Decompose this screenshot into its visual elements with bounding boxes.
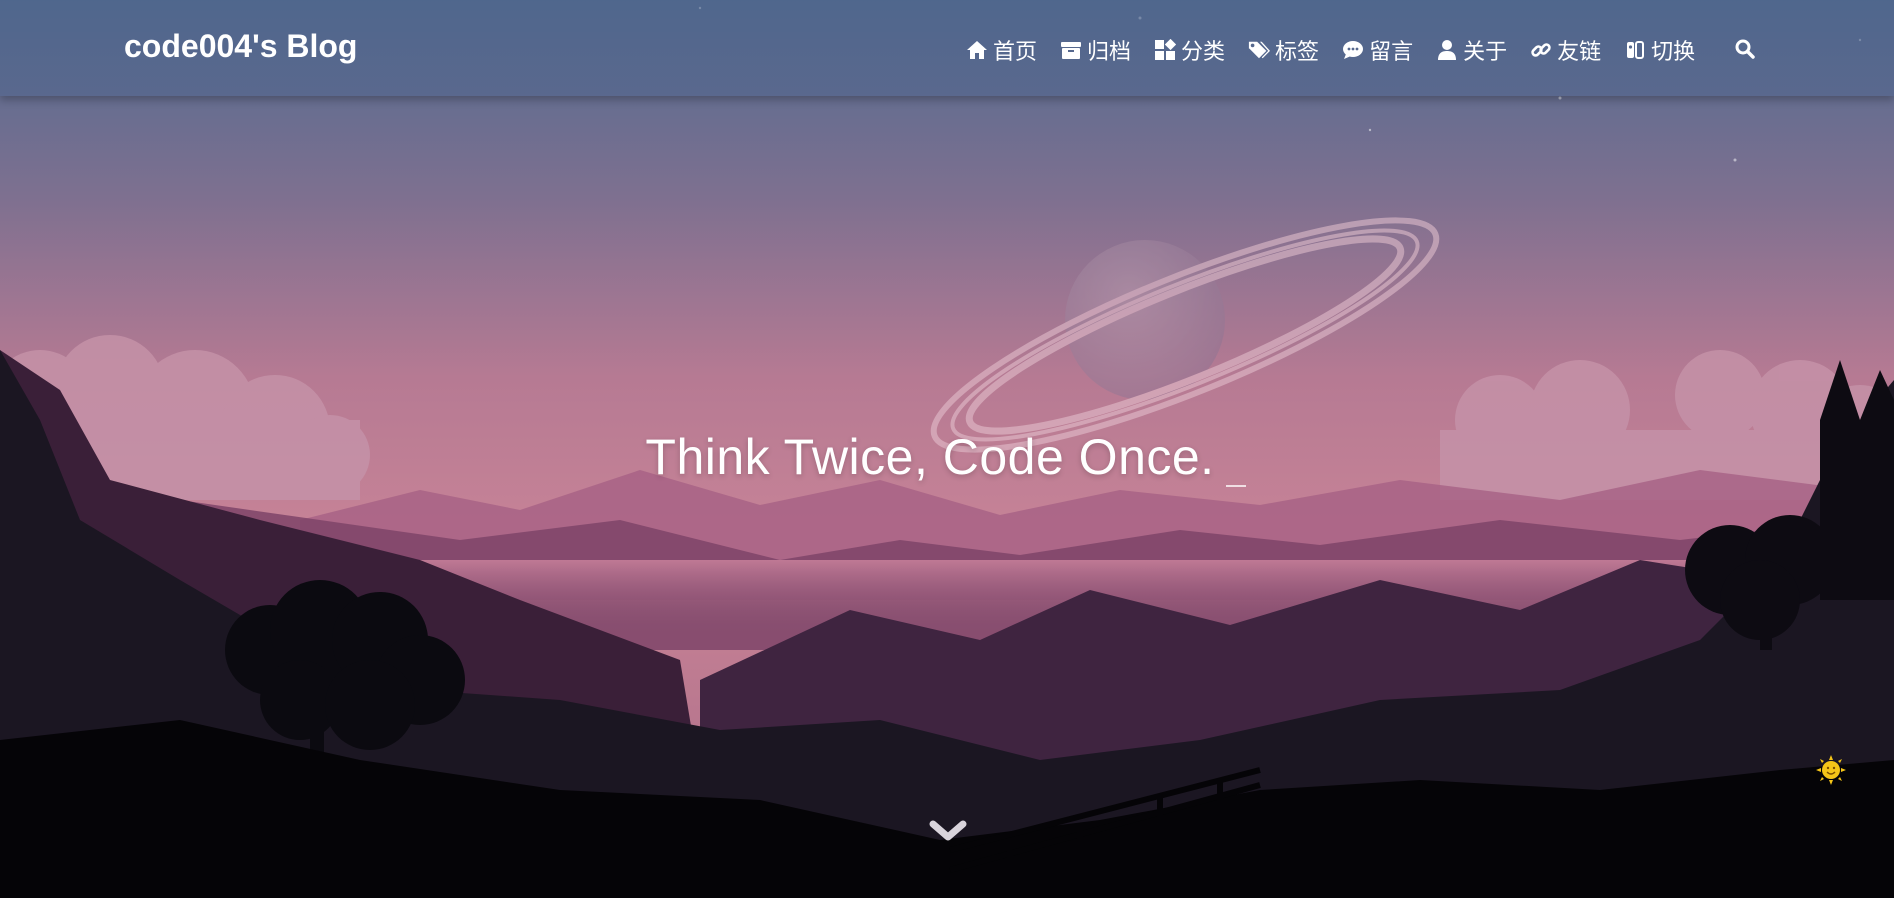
link-icon (1530, 39, 1552, 61)
chevron-down-icon (929, 820, 967, 841)
navbar: code004's Blog 首页 归档 分类 标签 留言 关于 友链 切换 (0, 0, 1894, 96)
nav-item-label: 关于 (1463, 39, 1508, 64)
nav-item-friend-links[interactable]: 友链 (1530, 34, 1601, 66)
sun-icon (1816, 755, 1846, 785)
hero-slogan: Think Twice, Code Once. (645, 429, 1215, 485)
nav-item-label: 标签 (1275, 39, 1320, 64)
comment-icon (1342, 39, 1364, 61)
nav-item-label: 首页 (993, 39, 1038, 64)
search-button[interactable] (1734, 38, 1756, 60)
site-brand[interactable]: code004's Blog (124, 28, 357, 65)
archive-icon (1060, 39, 1082, 61)
nav-item-home[interactable]: 首页 (966, 34, 1037, 66)
user-icon (1436, 39, 1458, 61)
nav-item-switch[interactable]: 切换 (1624, 34, 1695, 66)
nav-item-label: 友链 (1557, 39, 1602, 64)
nav-item-label: 留言 (1369, 39, 1414, 64)
categories-icon (1154, 39, 1177, 61)
nav-item-categories[interactable]: 分类 (1154, 34, 1225, 66)
nav-item-archive[interactable]: 归档 (1060, 34, 1131, 66)
nav-menu: 首页 归档 分类 标签 留言 关于 友链 切换 (966, 34, 1718, 66)
typing-cursor (1226, 485, 1246, 487)
theme-toggle-button[interactable] (1815, 754, 1847, 786)
scroll-down-button[interactable] (927, 816, 969, 846)
tags-icon (1248, 39, 1271, 61)
toggle-switch-icon (1624, 39, 1646, 61)
home-icon (966, 39, 988, 61)
nav-item-label: 归档 (1087, 39, 1132, 64)
search-icon (1735, 39, 1755, 59)
nav-item-label: 切换 (1651, 39, 1696, 64)
nav-item-tags[interactable]: 标签 (1248, 34, 1319, 66)
nav-item-about[interactable]: 关于 (1436, 34, 1507, 66)
nav-item-guestbook[interactable]: 留言 (1342, 34, 1413, 66)
nav-item-label: 分类 (1181, 39, 1226, 64)
